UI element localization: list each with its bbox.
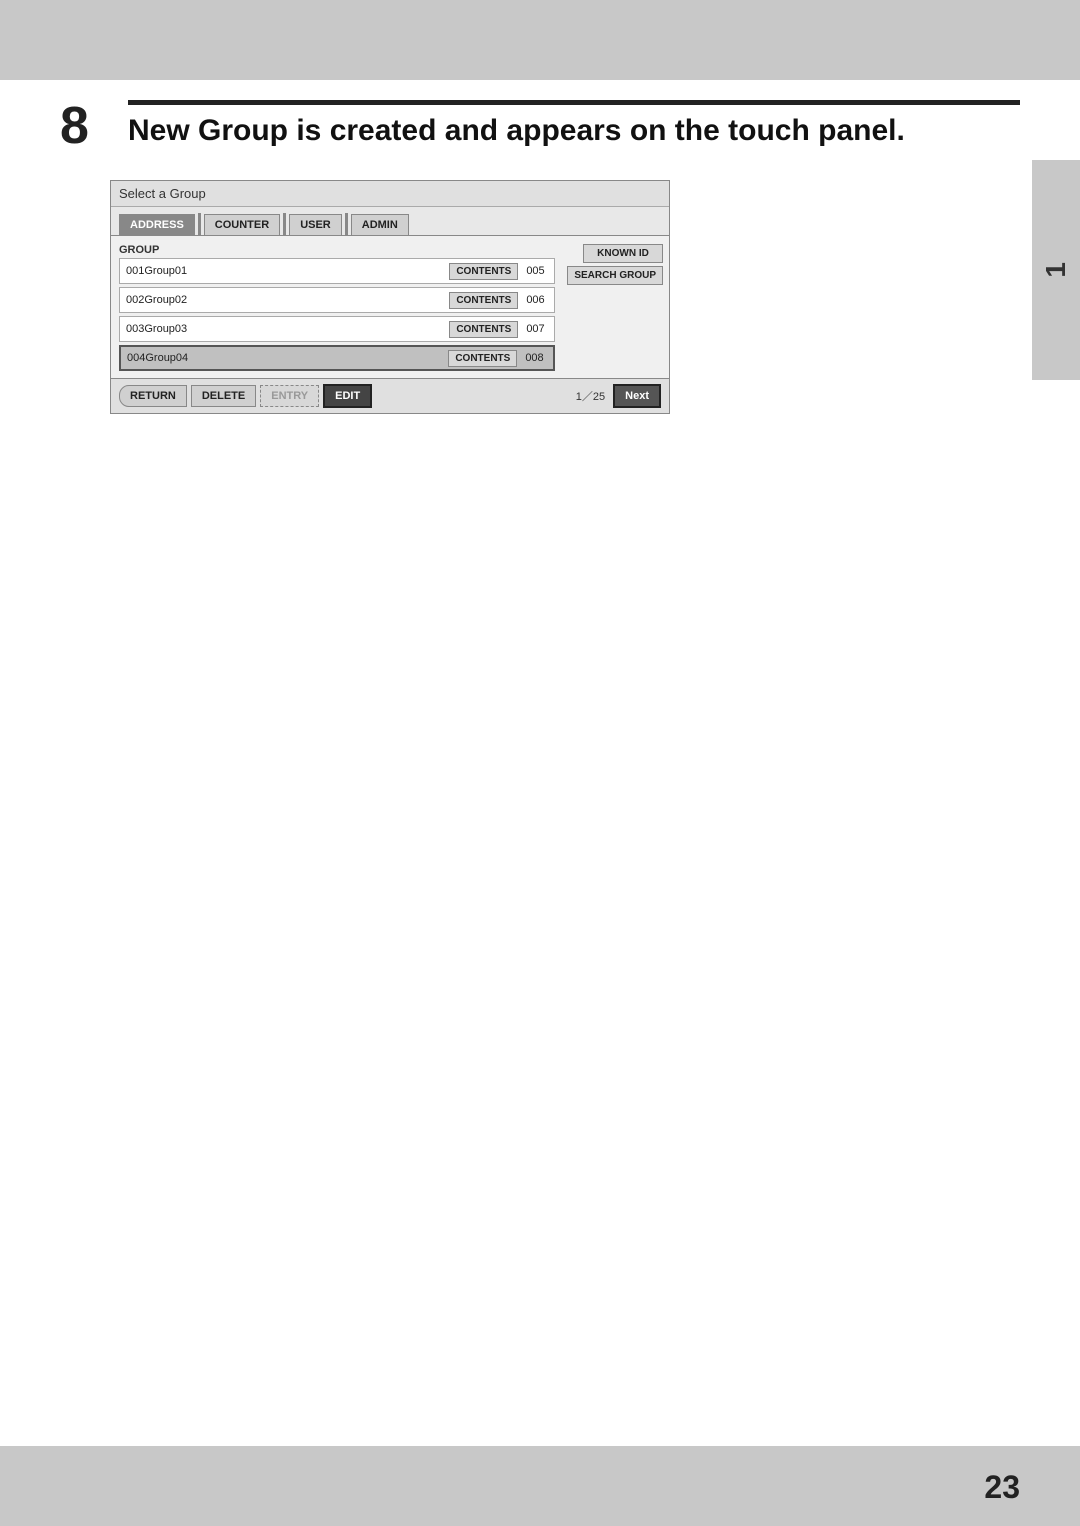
panel: Select a Group ADDRESS COUNTER USER ADMI… [110, 180, 670, 414]
table-row[interactable]: 003Group03 CONTENTS 007 [119, 316, 555, 342]
tab-separator-2 [283, 213, 286, 235]
panel-container: Select a Group ADDRESS COUNTER USER ADMI… [110, 180, 1020, 414]
step-number: 8 [60, 100, 110, 152]
step-title: New Group is created and appears on the … [128, 113, 1020, 149]
main-content: 8 New Group is created and appears on th… [60, 100, 1020, 414]
tab-row: ADDRESS COUNTER USER ADMIN [111, 207, 669, 236]
return-button[interactable]: RETURN [119, 385, 187, 407]
contents-button-2[interactable]: CONTENTS [449, 292, 518, 309]
row-number-3: 007 [518, 323, 554, 335]
page-info: 1／25 [576, 388, 605, 404]
table-row[interactable]: 004Group04 CONTENTS 008 [119, 345, 555, 371]
row-name-4: 004Group04 [121, 352, 448, 364]
known-id-button[interactable]: KNOWN ID [583, 244, 663, 263]
row-number-4: 008 [517, 352, 553, 364]
entry-button[interactable]: ENTRY [260, 385, 319, 407]
delete-button[interactable]: DELETE [191, 385, 256, 407]
tab-separator-1 [198, 213, 201, 235]
top-bar [0, 0, 1080, 80]
search-group-button[interactable]: SEARCH GROUP [567, 266, 663, 285]
step-heading: 8 New Group is created and appears on th… [60, 100, 1020, 152]
contents-button-3[interactable]: CONTENTS [449, 321, 518, 338]
panel-side: KNOWN ID SEARCH GROUP [563, 240, 669, 374]
row-name-2: 002Group02 [120, 294, 449, 306]
panel-title-bar: Select a Group [111, 181, 669, 207]
row-number-2: 006 [518, 294, 554, 306]
group-label: GROUP [111, 240, 563, 258]
page-number: 23 [984, 1469, 1020, 1506]
step-line [128, 100, 1020, 105]
edit-button[interactable]: EDIT [323, 384, 372, 408]
action-bar: RETURN DELETE ENTRY EDIT 1／25 Next [111, 378, 669, 413]
tab-separator-3 [345, 213, 348, 235]
row-number-1: 005 [518, 265, 554, 277]
group-rows: 001Group01 CONTENTS 005 002Group02 CONTE… [111, 258, 563, 371]
tab-counter[interactable]: COUNTER [204, 214, 280, 235]
panel-main: GROUP 001Group01 CONTENTS 005 002Group02… [111, 240, 563, 374]
row-name-1: 001Group01 [120, 265, 449, 277]
panel-body: GROUP 001Group01 CONTENTS 005 002Group02… [111, 236, 669, 378]
row-name-3: 003Group03 [120, 323, 449, 335]
contents-button-4[interactable]: CONTENTS [448, 350, 517, 367]
table-row[interactable]: 001Group01 CONTENTS 005 [119, 258, 555, 284]
tab-admin[interactable]: ADMIN [351, 214, 409, 235]
panel-title: Select a Group [119, 186, 206, 201]
tab-address[interactable]: ADDRESS [119, 214, 195, 235]
contents-button-1[interactable]: CONTENTS [449, 263, 518, 280]
next-button[interactable]: Next [613, 384, 661, 408]
right-tab: 1 [1032, 160, 1080, 380]
tab-number: 1 [1040, 262, 1072, 278]
table-row[interactable]: 002Group02 CONTENTS 006 [119, 287, 555, 313]
bottom-bar: 23 [0, 1446, 1080, 1526]
tab-user[interactable]: USER [289, 214, 342, 235]
